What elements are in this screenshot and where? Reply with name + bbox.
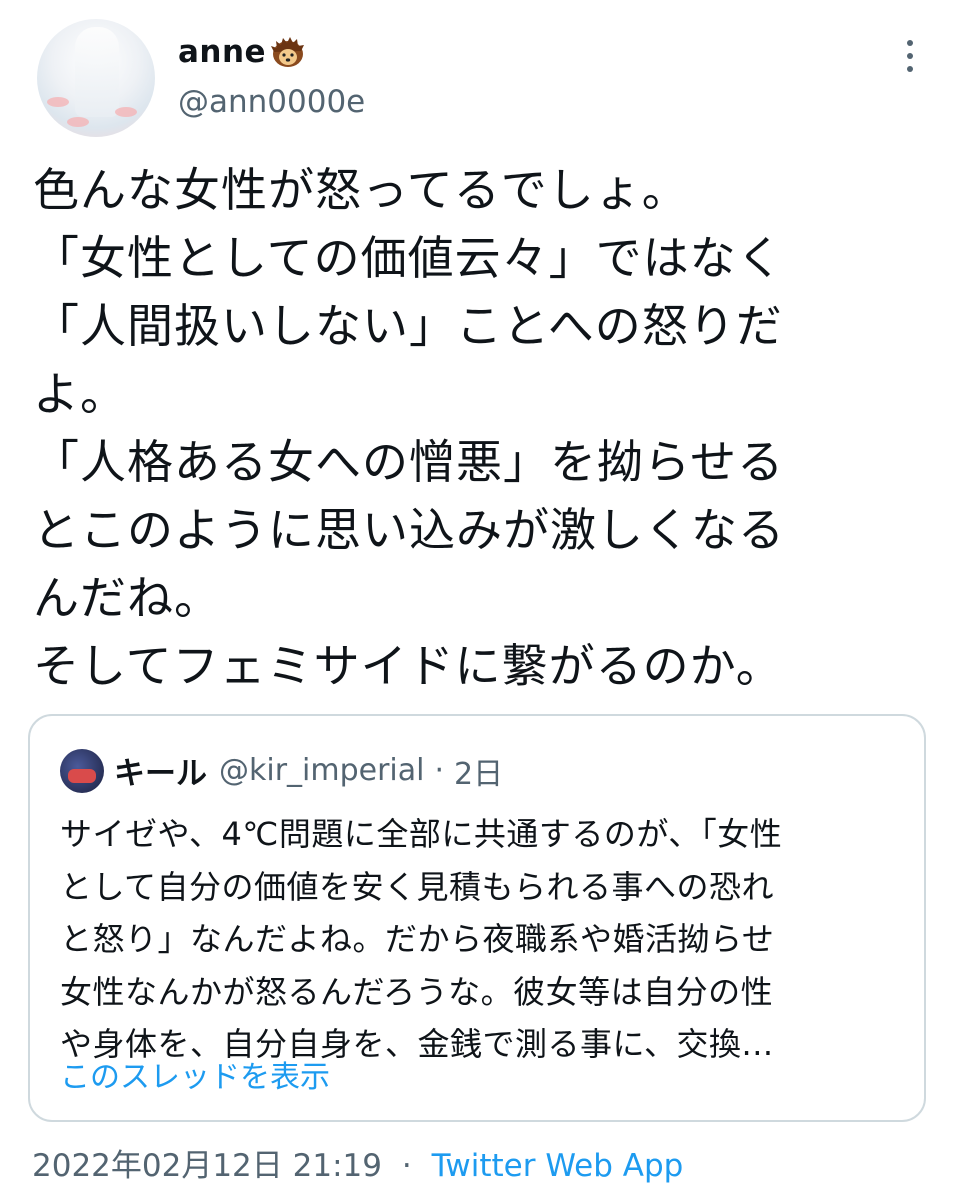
tweet-line: 「人間扱いしない」ことへの怒りだ <box>33 299 783 353</box>
author-handle[interactable]: @ann0000e <box>178 84 365 120</box>
tweet-line: とこのように思い込みが激しくなる <box>33 503 785 557</box>
quoted-tweet-line: 女性なんかが怒るんだろうな。彼女等は自分の性 <box>60 972 774 1011</box>
show-thread-link[interactable]: このスレッドを表示 <box>60 1052 330 1096</box>
quoted-author-avatar <box>60 748 104 793</box>
tweet-line: 色んな女性が怒ってるでしょ。 <box>33 163 689 217</box>
tweet-timestamp[interactable]: 2022年02月12日 21:19 <box>32 1148 382 1184</box>
tweet-line: んだね。 <box>33 571 221 625</box>
tweet-line: そしてフェミサイドに繋がるのか。 <box>33 639 783 693</box>
author-name-row[interactable]: anne <box>178 34 306 70</box>
separator-dot: · <box>434 753 445 788</box>
quoted-tweet-card[interactable]: キール @kir_imperial · 2日 サイゼや、4℃問題に全部に共通する… <box>28 714 926 1122</box>
tweet-text: 色んな女性が怒ってるでしょ。 「女性としての価値云々」ではなく 「人間扱いしない… <box>33 156 933 700</box>
separator-dot: · <box>401 1148 412 1184</box>
quoted-tweet-time: 2日 <box>454 756 504 792</box>
tweet-line: 「女性としての価値云々」ではなく <box>33 231 784 285</box>
tweet-line: よ。 <box>33 367 127 421</box>
quoted-author-handle: @kir_imperial <box>219 753 425 788</box>
quoted-tweet-text: サイゼや、4℃問題に全部に共通するのが、「女性 として自分の価値を安く見積もられ… <box>60 808 910 1071</box>
quoted-author-name: キール <box>114 756 207 792</box>
quoted-tweet-line: サイゼや、4℃問題に全部に共通するのが、「女性 <box>60 815 783 853</box>
more-options-icon[interactable] <box>895 36 925 76</box>
hedgehog-emoji-icon <box>271 37 305 67</box>
tweet-line: 「人格ある女への憎悪」を拗らせる <box>33 435 785 489</box>
quoted-tweet-line: と怒り」なんだよね。だから夜職系や婚活拗らせ <box>60 920 775 958</box>
author-display-name[interactable]: anne <box>178 34 266 70</box>
tweet-source-link[interactable]: Twitter Web App <box>432 1148 684 1184</box>
quoted-tweet-header: キール @kir_imperial · 2日 <box>60 748 503 793</box>
author-avatar[interactable] <box>37 19 155 137</box>
quoted-tweet-line: として自分の価値を安く見積もられる事への恐れ <box>60 867 775 906</box>
tweet-meta: 2022年02月12日 21:19 · Twitter Web App <box>32 1140 683 1185</box>
